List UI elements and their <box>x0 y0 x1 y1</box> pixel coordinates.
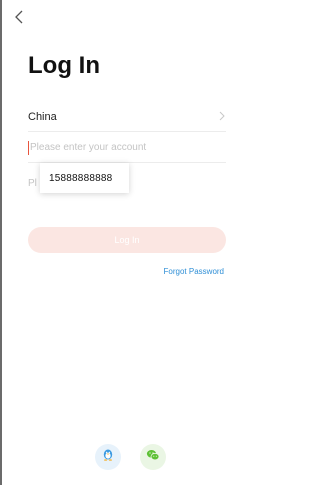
account-input[interactable] <box>30 142 210 153</box>
login-button[interactable]: Log In <box>28 227 226 253</box>
country-label: China <box>28 110 57 123</box>
qq-penguin-icon <box>100 447 116 468</box>
wechat-icon <box>145 447 161 468</box>
qq-login-button[interactable] <box>95 444 121 470</box>
chevron-left-icon <box>14 10 23 29</box>
chevron-right-icon <box>219 108 226 126</box>
account-suggestion[interactable]: 15888888888 <box>40 163 129 193</box>
wechat-login-button[interactable] <box>140 444 166 470</box>
back-button[interactable] <box>14 8 34 30</box>
text-cursor <box>28 140 29 155</box>
country-selector[interactable]: China <box>28 102 226 132</box>
account-field[interactable] <box>28 133 226 163</box>
login-screen: Log In China 15888888888 Log In Forgot P… <box>0 0 245 485</box>
forgot-password-link[interactable]: Forgot Password <box>164 267 224 276</box>
page-title: Log In <box>28 52 100 79</box>
